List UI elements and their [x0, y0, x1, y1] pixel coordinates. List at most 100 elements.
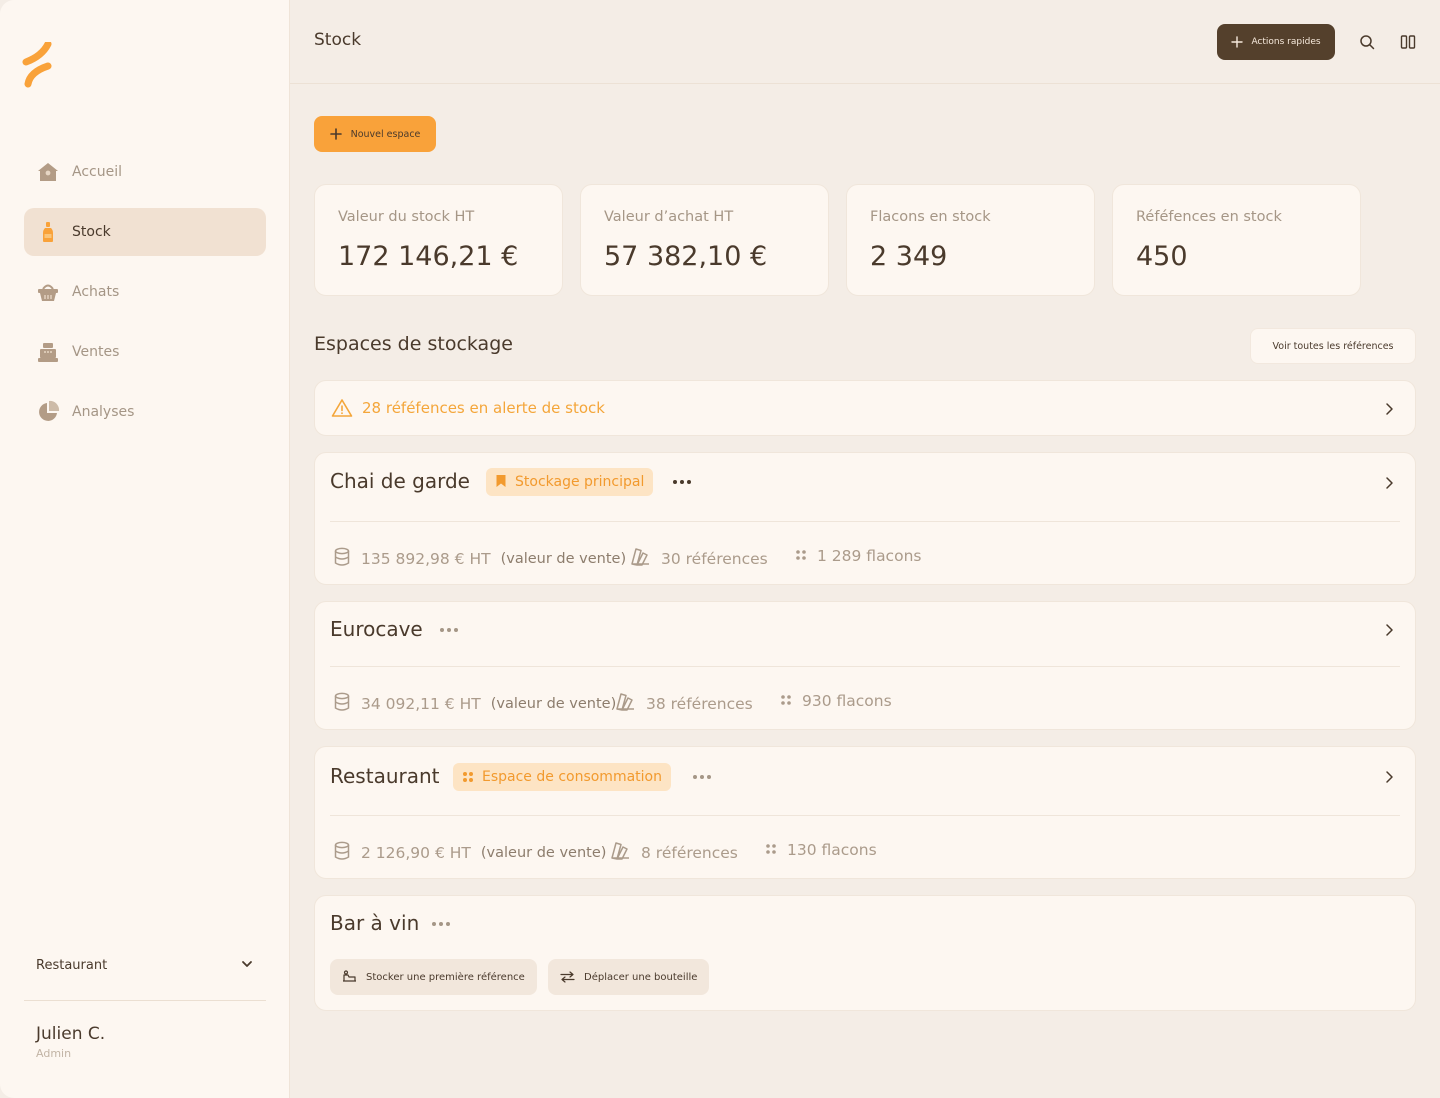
- see-all-references-button[interactable]: Voir toutes les références: [1250, 328, 1416, 364]
- kpi-label: Réfé­fences en stock: [1136, 209, 1282, 225]
- space-references-text: 8 références: [641, 844, 738, 862]
- storage-space-card[interactable]: Eurocave 34 092,11 € HT (valeur de vente)…: [314, 601, 1416, 730]
- kpi-value: 172 146,21 €: [338, 241, 519, 272]
- sidebar-item-label: Analyses: [72, 404, 135, 420]
- chevron-right-icon[interactable]: [1381, 401, 1397, 417]
- card-divider: [330, 521, 1400, 522]
- more-options-icon[interactable]: [693, 772, 715, 782]
- plus-icon: [329, 125, 342, 144]
- sidebar: Accueil Stock Achats Ventes Analyses Res…: [0, 0, 290, 1098]
- space-references: 8 références: [609, 841, 738, 865]
- space-selector-value: Restaurant: [36, 957, 108, 973]
- new-space-button[interactable]: Nouvel espace: [314, 116, 436, 152]
- space-value-text: 135 892,98 € HT: [361, 550, 491, 568]
- store-first-reference-label: Stocker une première référence: [366, 971, 525, 983]
- more-options-icon[interactable]: [673, 477, 695, 487]
- swatch-icon: [629, 547, 651, 571]
- space-name: Chai de garde: [330, 469, 470, 493]
- sidebar-item-label: Ventes: [72, 344, 120, 360]
- chevron-down-icon: [240, 956, 254, 975]
- stock-alert-banner[interactable]: 28 réfé­fences en alerte de stock: [314, 380, 1416, 436]
- plus-icon: [1231, 33, 1244, 52]
- storage-space-card[interactable]: Chai de garde Stockage principal 135 892…: [314, 452, 1416, 585]
- quick-actions-label: Actions rapides: [1251, 37, 1321, 47]
- chevron-right-icon[interactable]: [1381, 475, 1397, 491]
- space-badge-label: Stockage principal: [515, 474, 645, 490]
- space-references: 38 références: [614, 692, 753, 716]
- space-name: Restaurant: [330, 764, 440, 788]
- alert-text: 28 réfé­fences en alerte de stock: [362, 399, 605, 417]
- space-references: 30 références: [629, 547, 768, 571]
- cash-register-icon: [36, 340, 60, 364]
- brand-logo[interactable]: [22, 40, 56, 88]
- space-value-text: 2 126,90 € HT: [361, 844, 471, 862]
- sidebar-item-label: Achats: [72, 284, 120, 300]
- more-options-icon[interactable]: [440, 625, 462, 635]
- space-bottles-text: 1 289 flacons: [817, 547, 922, 565]
- space-references-text: 30 références: [661, 550, 768, 568]
- sidebar-nav: Accueil Stock Achats Ventes Analyses: [24, 148, 266, 448]
- space-value: 34 092,11 € HT (valeur de vente): [333, 692, 616, 716]
- space-selector[interactable]: Restaurant: [24, 945, 266, 985]
- swatch-icon: [609, 841, 631, 865]
- space-value: 135 892,98 € HT (valeur de vente): [333, 547, 626, 571]
- database-icon: [333, 692, 351, 716]
- space-value-note: (valeur de vente): [490, 696, 617, 712]
- space-name: Eurocave: [330, 617, 423, 641]
- database-icon: [333, 547, 351, 571]
- sidebar-item-ventes[interactable]: Ventes: [24, 328, 266, 376]
- swap-arrows-icon: [560, 968, 575, 987]
- new-space-label: Nouvel espace: [350, 128, 421, 140]
- sidebar-item-accueil[interactable]: Accueil: [24, 148, 266, 196]
- space-value: 2 126,90 € HT (valeur de vente): [333, 841, 606, 865]
- kpi-bottles: Flacons en stock 2 349: [846, 184, 1095, 296]
- card-divider: [330, 815, 1400, 816]
- layout-columns-icon[interactable]: [1396, 30, 1420, 54]
- space-badge: Espace de consommation: [453, 763, 671, 791]
- kpi-stock-value: Valeur du stock HT 172 146,21 €: [314, 184, 563, 296]
- sidebar-item-stock[interactable]: Stock: [24, 208, 266, 256]
- space-bottles: 1 289 flacons: [795, 547, 921, 565]
- card-divider: [330, 666, 1400, 667]
- move-bottle-label: Déplacer une bouteille: [584, 971, 698, 983]
- kpi-label: Valeur d’achat HT: [604, 209, 734, 225]
- kpi-value: 2 349: [870, 241, 948, 272]
- quick-actions-button[interactable]: Actions rapides: [1217, 24, 1335, 60]
- grid-dots-icon: [780, 692, 792, 710]
- database-icon: [333, 841, 351, 865]
- chevron-right-icon[interactable]: [1381, 769, 1397, 785]
- store-first-reference-button[interactable]: Stocker une première référence: [330, 959, 537, 995]
- kpi-label: Valeur du stock HT: [338, 209, 475, 225]
- more-options-icon[interactable]: [432, 919, 454, 929]
- bookmark-icon: [495, 473, 507, 492]
- space-bottles: 930 flacons: [780, 692, 892, 710]
- user-role: Admin: [36, 1047, 72, 1060]
- search-icon[interactable]: [1355, 30, 1379, 54]
- page-title: Stock: [314, 30, 362, 50]
- warning-icon: [331, 398, 353, 422]
- sidebar-item-label: Accueil: [72, 164, 122, 180]
- kpi-references: Réfé­fences en stock 450: [1112, 184, 1361, 296]
- pie-chart-icon: [36, 400, 60, 424]
- kpi-label: Flacons en stock: [870, 209, 991, 225]
- user-name[interactable]: Julien C.: [36, 1024, 105, 1044]
- chevron-right-icon[interactable]: [1381, 622, 1397, 638]
- swatch-icon: [614, 692, 636, 716]
- storage-space-card[interactable]: Bar à vin Stocker une première référence…: [314, 895, 1416, 1011]
- sidebar-item-achats[interactable]: Achats: [24, 268, 266, 316]
- sidebar-item-analyses[interactable]: Analyses: [24, 388, 266, 436]
- sidebar-item-label: Stock: [72, 224, 111, 240]
- see-all-label: Voir toutes les références: [1272, 340, 1394, 352]
- grid-dots-icon: [765, 841, 777, 859]
- storage-space-card[interactable]: Restaurant Espace de consommation 2 126,…: [314, 746, 1416, 879]
- kpi-value: 450: [1136, 241, 1188, 272]
- space-value-note: (valeur de vente): [480, 845, 607, 861]
- move-bottle-button[interactable]: Déplacer une bouteille: [548, 959, 710, 995]
- space-badge: Stockage principal: [486, 468, 654, 496]
- space-bottles: 130 flacons: [765, 841, 877, 859]
- space-references-text: 38 références: [646, 695, 753, 713]
- house-icon: [36, 160, 60, 184]
- top-bar: Stock Actions rapides: [290, 0, 1440, 84]
- space-bottles-text: 930 flacons: [802, 692, 892, 710]
- grid-dots-icon: [795, 547, 807, 565]
